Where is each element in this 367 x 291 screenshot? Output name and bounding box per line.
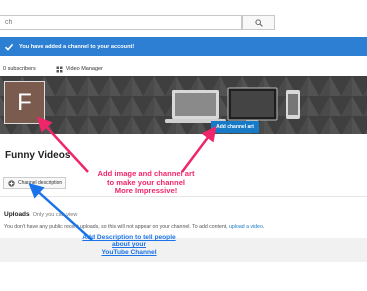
annotation-line: More Impressive!: [114, 186, 178, 195]
video-manager-link[interactable]: Video Manager: [56, 66, 103, 73]
subscriber-count: 0 subscribers: [3, 66, 36, 72]
channel-name: Funny Videos: [5, 150, 71, 161]
avatar-letter: F: [17, 88, 32, 116]
banner-pattern: [0, 76, 367, 134]
plus-icon: [8, 179, 15, 187]
channel-stats-row: 0 subscribers Video Manager: [0, 62, 367, 76]
annotation-line: about your: [111, 241, 147, 249]
search-button[interactable]: [242, 15, 275, 30]
channel-avatar[interactable]: F: [4, 81, 45, 124]
uploads-heading: Uploads Only you can view: [4, 211, 77, 218]
video-manager-label: Video Manager: [65, 66, 103, 72]
section-divider: [0, 196, 367, 197]
channel-description-label: Channel description: [18, 180, 63, 186]
uploads-visibility: Only you can view: [32, 212, 78, 218]
annotation-line: Add Description to tell people: [82, 234, 176, 241]
channel-added-notice: You have added a channel to your account…: [0, 37, 367, 56]
search-icon: [254, 18, 263, 27]
notice-text: You have added a channel to your account…: [19, 43, 135, 50]
uploads-message-text: You don't have any public recent uploads…: [4, 224, 230, 230]
search-input[interactable]: [0, 15, 242, 30]
uploads-empty-message: You don't have any public recent uploads…: [4, 224, 264, 230]
annotation-description: Add Description to tell people about you…: [70, 234, 188, 256]
video-manager-icon: [56, 66, 63, 72]
check-icon: [4, 43, 14, 51]
annotation-channel-art: Add image and channel art to make your c…: [76, 169, 216, 196]
red-arrow-to-art-button: [181, 126, 217, 173]
upload-video-link[interactable]: upload a video: [229, 224, 263, 230]
channel-description-button[interactable]: Channel description: [3, 177, 66, 189]
add-channel-art-button[interactable]: Add channel art: [211, 121, 259, 133]
channel-art-banner: [0, 76, 367, 134]
uploads-title: Uploads: [4, 211, 30, 218]
annotation-line: YouTube Channel: [101, 248, 157, 256]
uploads-message-end: .: [262, 224, 265, 230]
